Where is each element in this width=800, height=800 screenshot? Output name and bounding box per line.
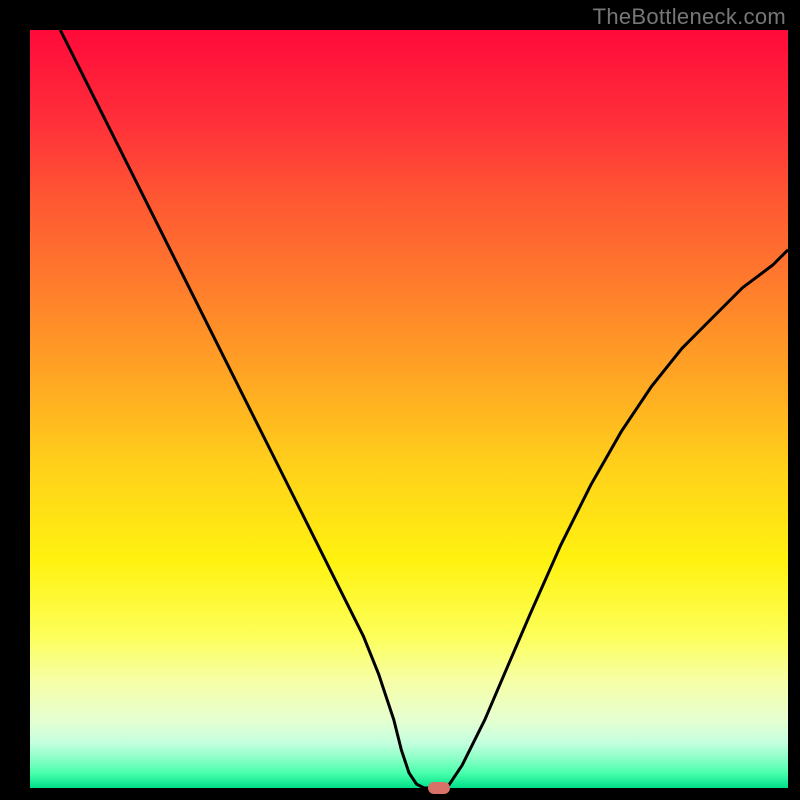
chart-background <box>30 30 788 788</box>
watermark-text: TheBottleneck.com <box>593 4 786 30</box>
minimum-marker <box>428 782 450 794</box>
